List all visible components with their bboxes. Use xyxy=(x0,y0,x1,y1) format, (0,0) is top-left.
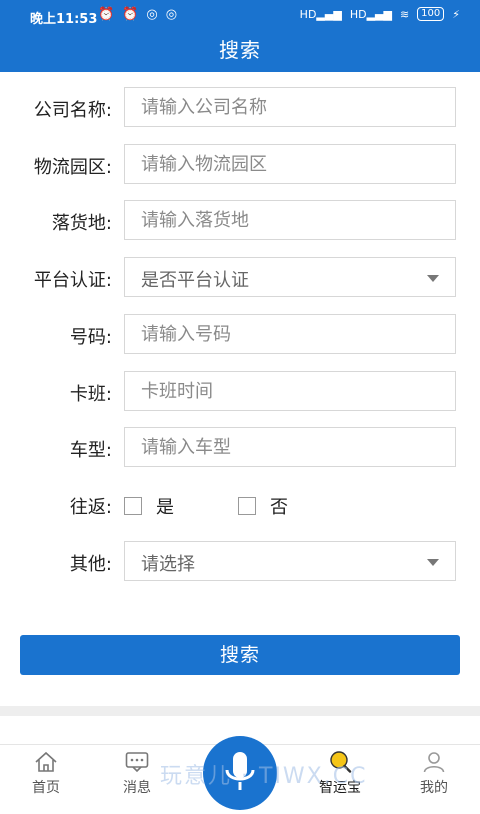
dropdown-caret-icon xyxy=(427,559,439,566)
tab-mine[interactable]: 我的 xyxy=(394,745,474,801)
number-input[interactable] xyxy=(125,315,441,353)
destination-input[interactable] xyxy=(125,201,441,239)
number-field[interactable] xyxy=(124,314,456,354)
roundtrip-row: 往返: 是 否 xyxy=(0,484,480,526)
other-row: 其他: 请选择 xyxy=(0,541,480,583)
platform-label: 平台认证: xyxy=(33,270,112,291)
roundtrip-yes-option[interactable]: 是 xyxy=(124,493,174,519)
watermark: 玩意儿 · TIWX.CC xyxy=(160,764,368,789)
roundtrip-no-label: 否 xyxy=(270,497,288,518)
charging-icon: ⚡ xyxy=(452,7,460,21)
home-icon xyxy=(35,751,57,772)
shift-field[interactable] xyxy=(124,371,456,411)
park-label: 物流园区: xyxy=(33,157,112,178)
park-field[interactable] xyxy=(124,144,456,184)
app-notification-icon-2: ◎ xyxy=(165,7,178,22)
company-row: 公司名称: xyxy=(0,87,480,129)
vehicle-row: 车型: xyxy=(0,427,480,469)
other-select[interactable]: 请选择 xyxy=(124,541,456,581)
destination-field[interactable] xyxy=(124,200,456,240)
vehicle-input[interactable] xyxy=(125,428,441,466)
roundtrip-options: 是 否 xyxy=(124,484,456,524)
search-button[interactable]: 搜索 xyxy=(20,635,460,675)
app-notification-icon: ◎ xyxy=(146,7,158,22)
page-title: 搜索 xyxy=(219,38,261,62)
status-right: HD▂▄▆ HD▂▄▆ ≋ 100 ⚡ xyxy=(300,7,460,21)
roundtrip-no-option[interactable]: 否 xyxy=(238,493,288,519)
vehicle-label: 车型: xyxy=(69,440,112,461)
shift-input[interactable] xyxy=(125,372,441,410)
roundtrip-no-checkbox[interactable] xyxy=(238,497,256,515)
alarm-off-icon: ⏰ xyxy=(98,7,115,22)
status-time: 晚上11:53 xyxy=(30,12,98,27)
number-label: 号码: xyxy=(69,327,112,348)
status-bar: 晚上11:53 ⏰ ⏰ ◎ ◎ HD▂▄▆ HD▂▄▆ ≋ 100 ⚡ xyxy=(0,0,480,30)
platform-row: 平台认证: 是否平台认证 xyxy=(0,257,480,299)
wifi-icon: ≋ xyxy=(399,7,410,21)
message-icon xyxy=(125,752,149,773)
roundtrip-label: 往返: xyxy=(69,497,112,518)
company-field[interactable] xyxy=(124,87,456,127)
vehicle-field[interactable] xyxy=(124,427,456,467)
roundtrip-yes-checkbox[interactable] xyxy=(124,497,142,515)
number-row: 号码: xyxy=(0,314,480,356)
other-select-value: 请选择 xyxy=(141,554,195,575)
dropdown-caret-icon xyxy=(427,275,439,282)
top-bar: 晚上11:53 ⏰ ⏰ ◎ ◎ HD▂▄▆ HD▂▄▆ ≋ 100 ⚡ 搜索 xyxy=(0,0,480,72)
company-label: 公司名称: xyxy=(33,100,112,121)
other-label: 其他: xyxy=(69,554,112,575)
signal-icon-1: HD▂▄▆ xyxy=(299,7,342,21)
tab-home-label: 首页 xyxy=(32,780,60,796)
alarm-icon: ⏰ xyxy=(122,7,139,22)
signal-icon-2: HD▂▄▆ xyxy=(349,7,392,21)
roundtrip-yes-label: 是 xyxy=(156,497,174,518)
park-row: 物流园区: xyxy=(0,144,480,186)
destination-label: 落货地: xyxy=(51,213,112,234)
status-notification-icons: ⏰ ⏰ ◎ ◎ xyxy=(98,7,177,22)
platform-select[interactable]: 是否平台认证 xyxy=(124,257,456,297)
tab-mine-label: 我的 xyxy=(420,780,448,796)
shift-label: 卡班: xyxy=(69,384,112,405)
shift-row: 卡班: xyxy=(0,371,480,413)
platform-select-value: 是否平台认证 xyxy=(141,270,249,291)
user-icon xyxy=(423,752,445,773)
park-input[interactable] xyxy=(125,145,441,183)
battery-icon: 100 xyxy=(417,7,445,21)
section-divider xyxy=(0,706,480,716)
tab-home[interactable]: 首页 xyxy=(6,745,86,801)
destination-row: 落货地: xyxy=(0,200,480,242)
company-input[interactable] xyxy=(125,88,441,126)
